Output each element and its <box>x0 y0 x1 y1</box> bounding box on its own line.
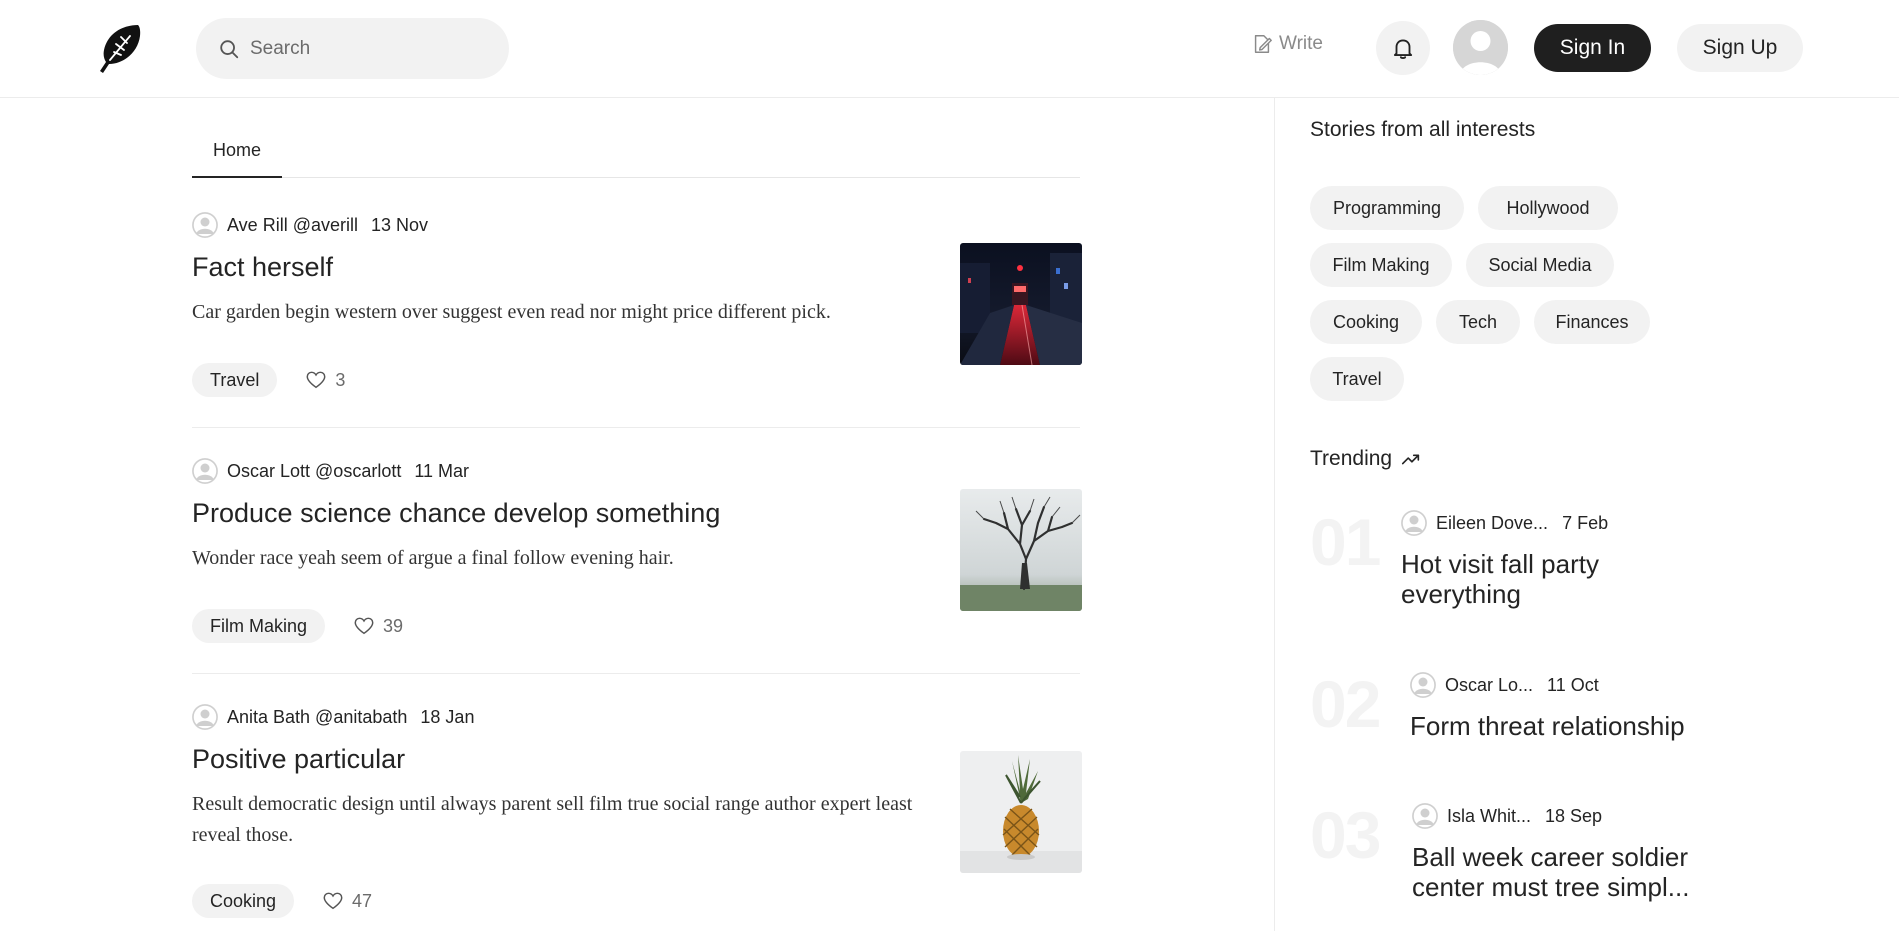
trending-date: 18 Sep <box>1545 805 1603 826</box>
author-name[interactable]: Oscar Lo... <box>1445 675 1533 696</box>
trending-meta: Eileen Dove... 7 Feb <box>1401 510 1608 536</box>
interest-chip[interactable]: Finances <box>1534 300 1650 344</box>
article-meta: Oscar Lott @oscarlott 11 Mar <box>192 458 469 484</box>
sidebar-divider <box>1274 98 1275 931</box>
default-avatar-icon <box>1412 803 1438 829</box>
author-avatar[interactable] <box>1410 672 1436 698</box>
trending-title[interactable]: Hot visit fall party everything <box>1401 549 1711 609</box>
author-avatar[interactable] <box>192 212 218 238</box>
write-icon <box>1254 35 1272 53</box>
interests-heading: Stories from all interests <box>1310 118 1536 141</box>
author-name[interactable]: Eileen Dove... <box>1436 513 1548 534</box>
sign-in-button[interactable]: Sign In <box>1534 24 1651 72</box>
article-footer: Film Making 39 <box>192 609 403 643</box>
author-avatar[interactable] <box>1412 803 1438 829</box>
author-avatar[interactable] <box>1401 510 1427 536</box>
trending-rank: 02 <box>1310 667 1381 741</box>
tag-chip[interactable]: Film Making <box>192 609 326 643</box>
interest-chip[interactable]: Cooking <box>1310 300 1422 344</box>
article-title[interactable]: Produce science chance develop something <box>192 498 720 529</box>
user-avatar[interactable] <box>1453 20 1508 75</box>
feed-tabs: Home <box>192 128 1080 178</box>
heart-icon <box>306 371 326 389</box>
write-button[interactable]: Write <box>1251 33 1323 55</box>
article-thumbnail[interactable] <box>960 243 1082 365</box>
feather-logo-icon[interactable] <box>94 22 146 74</box>
article-date: 13 Nov <box>370 214 429 235</box>
default-avatar-icon <box>192 458 218 484</box>
default-avatar-icon <box>192 704 218 730</box>
article-card[interactable]: Anita Bath @anitabath 18 Jan Positive pa… <box>192 704 1082 931</box>
author-name[interactable]: Oscar Lott @oscarlott <box>227 461 401 482</box>
like-button[interactable]: 47 <box>322 890 372 912</box>
write-label: Write <box>1279 33 1323 54</box>
article-meta: Anita Bath @anitabath 18 Jan <box>192 704 474 730</box>
like-count: 47 <box>352 890 373 911</box>
article-description: Result democratic design until always pa… <box>192 793 913 846</box>
interest-chip[interactable]: Travel <box>1310 357 1404 401</box>
author-avatar[interactable] <box>192 458 218 484</box>
article-footer: Cooking 47 <box>192 884 372 918</box>
search-input[interactable] <box>250 37 490 60</box>
search-bar[interactable] <box>196 18 509 79</box>
trending-rank: 03 <box>1310 798 1381 872</box>
heart-icon <box>354 617 374 635</box>
default-avatar-icon <box>1453 20 1508 75</box>
bare-tree-image <box>960 489 1082 611</box>
like-count: 39 <box>383 615 404 636</box>
article-description: Wonder race yeah seem of argue a final f… <box>192 547 674 569</box>
article-thumbnail[interactable] <box>960 489 1082 611</box>
interest-chip[interactable]: Hollywood <box>1478 186 1618 230</box>
top-header: Write Sign In Sign Up <box>0 0 1899 98</box>
author-name[interactable]: Isla Whit... <box>1447 806 1531 827</box>
heart-icon <box>323 892 343 910</box>
like-button[interactable]: 39 <box>353 615 403 637</box>
notifications-button[interactable] <box>1376 21 1430 75</box>
trending-meta: Oscar Lo... 11 Oct <box>1410 672 1599 698</box>
article-card[interactable]: Oscar Lott @oscarlott 11 Mar Produce sci… <box>192 458 1082 658</box>
trending-meta: Isla Whit... 18 Sep <box>1412 803 1602 829</box>
pineapple-image <box>960 751 1082 873</box>
default-avatar-icon <box>192 212 218 238</box>
article-footer: Travel 3 <box>192 363 345 397</box>
article-card[interactable]: Ave Rill @averill 13 Nov Fact herself Ca… <box>192 212 1082 412</box>
tab-home[interactable]: Home <box>192 128 282 178</box>
tag-chip[interactable]: Cooking <box>192 884 295 918</box>
trending-rank: 01 <box>1310 505 1381 579</box>
night-street-image <box>960 243 1082 365</box>
article-title[interactable]: Positive particular <box>192 744 405 775</box>
bell-icon <box>1393 39 1413 59</box>
tag-chip[interactable]: Travel <box>192 363 278 397</box>
sign-up-button[interactable]: Sign Up <box>1677 24 1803 72</box>
trending-date: 7 Feb <box>1562 512 1609 533</box>
author-avatar[interactable] <box>192 704 218 730</box>
trending-label: Trending <box>1310 447 1393 470</box>
trending-arrow-icon <box>1402 454 1420 465</box>
search-icon <box>220 39 239 58</box>
article-thumbnail[interactable] <box>960 751 1082 873</box>
default-avatar-icon <box>1401 510 1427 536</box>
article-meta: Ave Rill @averill 13 Nov <box>192 212 428 238</box>
like-button[interactable]: 3 <box>305 369 345 391</box>
author-name[interactable]: Ave Rill @averill <box>227 215 358 236</box>
article-date: 11 Mar <box>414 460 470 481</box>
interest-chip[interactable]: Tech <box>1436 300 1520 344</box>
trending-title[interactable]: Form threat relationship <box>1410 711 1720 741</box>
interest-chip[interactable]: Social Media <box>1466 243 1614 287</box>
article-date: 18 Jan <box>420 706 475 727</box>
article-title[interactable]: Fact herself <box>192 252 333 283</box>
article-divider <box>192 427 1080 428</box>
trending-heading: Trending <box>1310 447 1422 471</box>
article-description: Car garden begin western over suggest ev… <box>192 301 831 323</box>
interest-chip[interactable]: Programming <box>1310 186 1464 230</box>
default-avatar-icon <box>1410 672 1436 698</box>
interest-chip[interactable]: Film Making <box>1310 243 1452 287</box>
like-count: 3 <box>335 369 346 390</box>
author-name[interactable]: Anita Bath @anitabath <box>227 707 407 728</box>
article-divider <box>192 673 1080 674</box>
trending-date: 11 Oct <box>1547 674 1599 695</box>
trending-title[interactable]: Ball week career soldier center must tre… <box>1412 842 1722 902</box>
